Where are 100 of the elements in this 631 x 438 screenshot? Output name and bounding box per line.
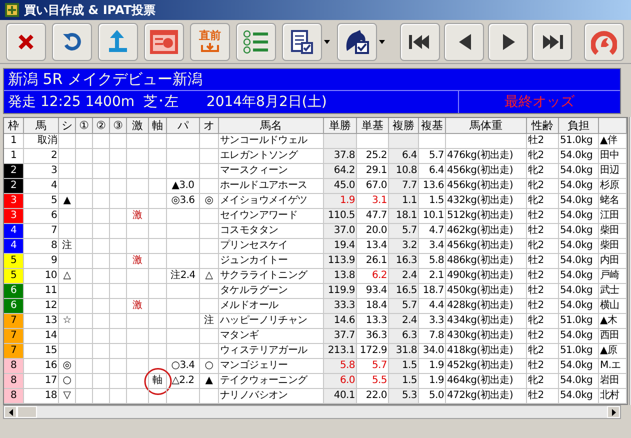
column-header[interactable]: 馬名 (219, 118, 324, 134)
numbered-list-button[interactable] (236, 22, 276, 60)
mark-cell (76, 299, 93, 314)
scroll-thumb[interactable] (17, 406, 37, 418)
scroll-right-button[interactable] (607, 406, 620, 418)
mark-cell (110, 209, 127, 224)
burden-cell: 51.0kg (559, 134, 599, 149)
circle-annotation (144, 368, 172, 395)
download-tray-icon (200, 43, 220, 53)
mark-cell (76, 149, 93, 164)
odds-cell: 6.3 (389, 329, 419, 344)
column-header[interactable]: ② (93, 118, 110, 134)
column-header[interactable]: 性齢 (527, 118, 559, 134)
burden-cell: 54.0kg (559, 254, 599, 269)
frame-cell: 5 (4, 254, 24, 269)
longshot-cell (127, 359, 149, 374)
horse-number-cell: 18 (24, 389, 59, 404)
column-header[interactable]: 馬 (24, 118, 59, 134)
sex-age-cell: 牡2 (527, 269, 559, 284)
sex-age-cell: 牡2 (527, 329, 559, 344)
checklist-button[interactable] (282, 22, 322, 60)
burden-cell: 51.0kg (559, 344, 599, 359)
jockey-cell: 武士 (599, 284, 627, 299)
column-header[interactable]: 単基 (357, 118, 389, 134)
first-button[interactable] (400, 22, 440, 60)
mark-cell (200, 329, 219, 344)
next-button[interactable] (488, 22, 528, 60)
odds-cell: 13.6 (419, 179, 446, 194)
column-header[interactable]: 軸 (149, 118, 167, 134)
horseshoe-icon (591, 28, 617, 54)
column-header[interactable]: ① (76, 118, 93, 134)
burden-cell: 54.0kg (559, 284, 599, 299)
horseshoe-button[interactable] (584, 22, 624, 60)
column-header[interactable]: 激 (127, 118, 149, 134)
column-header[interactable]: 複基 (419, 118, 446, 134)
column-header[interactable]: ③ (110, 118, 127, 134)
previous-button[interactable] (444, 22, 484, 60)
mark-cell (110, 344, 127, 359)
odds-panel-button[interactable] (144, 22, 184, 60)
odds-cell: 1.9 (419, 359, 446, 374)
mark-cell (93, 284, 110, 299)
mark-cell (59, 209, 76, 224)
jockey-cell: 横山 (599, 299, 627, 314)
mark-cell (59, 164, 76, 179)
mark-cell: ◎ (59, 359, 76, 374)
jockey-cell: 杉原 (599, 179, 627, 194)
jockey-cell: M.エ (599, 359, 627, 374)
odds-cell: 37.8 (324, 149, 357, 164)
scroll-left-button[interactable] (4, 406, 17, 418)
burden-cell: 54.0kg (559, 269, 599, 284)
burden-cell: 54.0kg (559, 164, 599, 179)
column-header[interactable]: 負担 (559, 118, 599, 134)
mark-cell (110, 284, 127, 299)
column-header[interactable]: オ (200, 118, 219, 134)
burden-cell: 54.0kg (559, 329, 599, 344)
frame-cell: 4 (4, 224, 24, 239)
odds-cell: 45.0 (324, 179, 357, 194)
vertical-scrollbar[interactable] (629, 117, 631, 405)
mark-cell (167, 239, 200, 254)
mark-cell (93, 359, 110, 374)
mark-cell (93, 179, 110, 194)
mark-cell (76, 134, 93, 149)
mark-cell (110, 269, 127, 284)
mark-cell (110, 194, 127, 209)
race-title: 新潟 5R メイクデビュー新潟 (8, 72, 203, 87)
column-header[interactable]: 馬体重 (446, 118, 527, 134)
horizontal-scrollbar[interactable] (3, 405, 621, 419)
sex-age-cell: 牝2 (527, 179, 559, 194)
last-button[interactable] (532, 22, 572, 60)
odds-cell: 40.1 (324, 389, 357, 404)
burden-cell: 54.0kg (559, 374, 599, 389)
burden-cell: 54.0kg (559, 194, 599, 209)
horse-number-cell: 6 (24, 209, 59, 224)
column-header[interactable]: パ (167, 118, 200, 134)
horse-check-button[interactable] (337, 22, 377, 60)
mark-cell (93, 344, 110, 359)
column-header[interactable]: シ (59, 118, 76, 134)
frame-cell: 2 (4, 179, 24, 194)
odds-cell: 1.5 (389, 374, 419, 389)
weight-cell: 464kg(初出走) (446, 374, 527, 389)
back-button[interactable] (98, 22, 138, 60)
horse-number-cell: 14 (24, 329, 59, 344)
mark-cell (167, 164, 200, 179)
sex-age-cell: 牡2 (527, 134, 559, 149)
close-button[interactable] (6, 22, 46, 60)
mark-cell: 注 (59, 239, 76, 254)
weight-cell: 434kg(初出走) (446, 314, 527, 329)
refresh-button[interactable] (52, 22, 92, 60)
mark-cell: △ (200, 269, 219, 284)
checklist-icon (290, 28, 314, 54)
longshot-cell: 激 (127, 299, 149, 314)
axis-cell: 軸 (149, 374, 167, 389)
mark-cell (93, 134, 110, 149)
longshot-cell (127, 134, 149, 149)
mark-cell (110, 134, 127, 149)
mark-cell (167, 329, 200, 344)
mark-cell: 注 (200, 314, 219, 329)
odds-cell: 1.5 (389, 359, 419, 374)
mark-cell (110, 239, 127, 254)
sex-age-cell: 牝2 (527, 314, 559, 329)
